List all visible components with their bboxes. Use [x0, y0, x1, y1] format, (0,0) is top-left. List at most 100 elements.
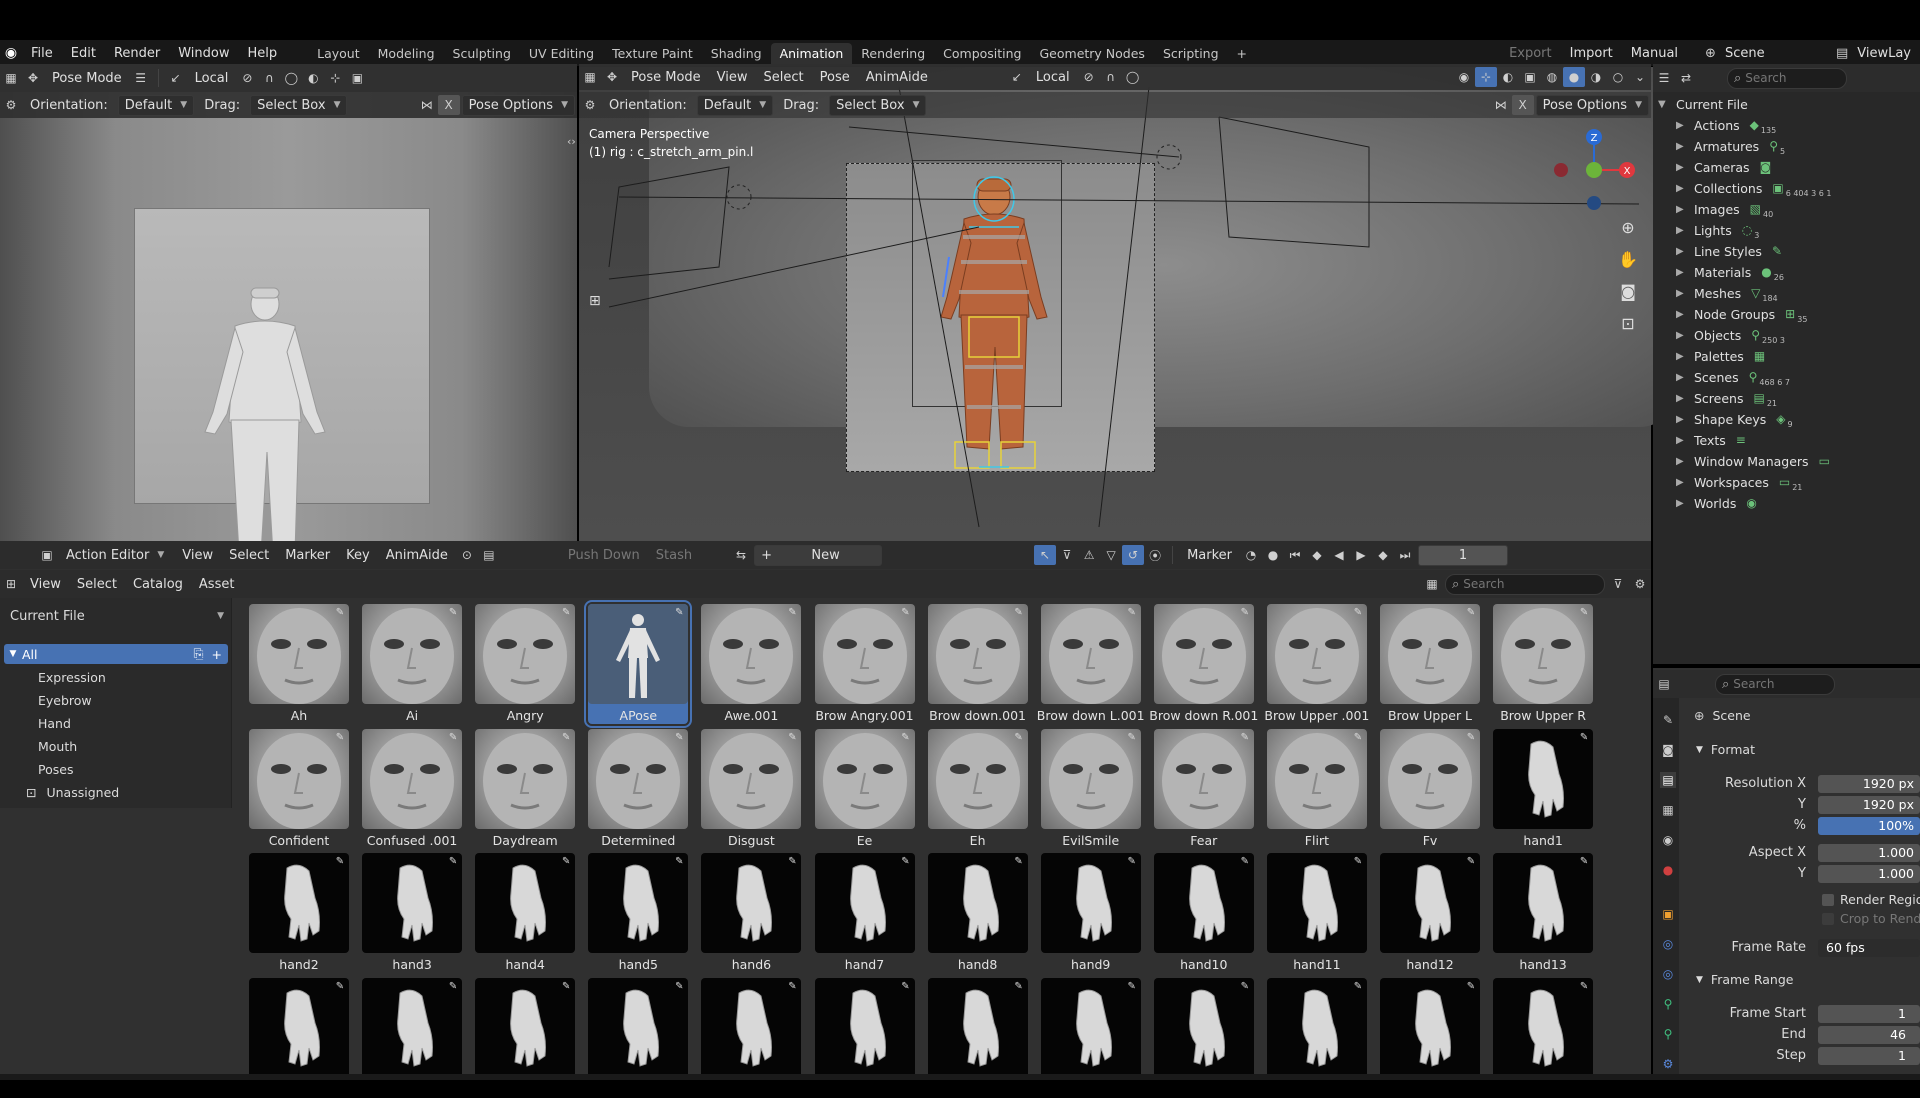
pose-options-dropdown[interactable]: Pose Options ▼	[461, 94, 575, 116]
edit-asset-icon[interactable]: ✎	[1464, 855, 1478, 869]
tab-texture-paint[interactable]: Texture Paint	[603, 43, 702, 64]
action-browse-icon[interactable]: ⇆	[730, 545, 752, 565]
xray-icon[interactable]: ▣	[346, 68, 368, 88]
asset-item[interactable]: ✎ EvilSmile	[1040, 728, 1141, 849]
asset-item[interactable]: ✎ Brow Upper L	[1380, 604, 1480, 724]
edit-asset-icon[interactable]: ✎	[1238, 731, 1252, 745]
overlay-icon[interactable]: ◐	[1497, 67, 1519, 87]
asset-item[interactable]: ✎ hand5	[588, 853, 689, 973]
menu-key[interactable]: Key	[338, 548, 378, 563]
next-key-icon[interactable]: ◆	[1372, 545, 1394, 565]
chevron-right-icon[interactable]: ▶	[1676, 498, 1694, 509]
asset-item[interactable]: ✎ hand9	[1040, 853, 1141, 973]
asset-item[interactable]: ✎ Brow Upper R	[1493, 604, 1594, 724]
outliner-item-node-groups[interactable]: ▶ Node Groups ⊞ 35	[1676, 304, 1807, 325]
menu-catalog[interactable]: Catalog	[125, 577, 191, 592]
menu-marker[interactable]: Marker	[277, 548, 338, 563]
edit-asset-icon[interactable]: ✎	[672, 980, 686, 994]
aspect-y-field[interactable]: 1.000	[1818, 865, 1920, 883]
tab-layout[interactable]: Layout	[308, 43, 369, 64]
frame-range-panel-header[interactable]: ▼ Frame Range	[1696, 972, 1793, 987]
asset-item[interactable]: ✎ hand6	[701, 853, 802, 973]
filter-icon[interactable]: ⊽	[1607, 574, 1629, 594]
chevron-right-icon[interactable]: ▶	[1676, 351, 1694, 362]
tab-geometry-nodes[interactable]: Geometry Nodes	[1031, 43, 1154, 64]
output-tab-icon[interactable]: ▤	[1660, 772, 1676, 788]
outliner-item-objects[interactable]: ▶ Objects ⚲ 250 3	[1676, 325, 1785, 346]
world-tab-icon[interactable]: ●	[1660, 862, 1676, 878]
tab-compositing[interactable]: Compositing	[934, 43, 1030, 64]
asset-item[interactable]: ✎ Confused .001	[362, 728, 463, 849]
jump-end-icon[interactable]: ⏭	[1394, 545, 1416, 565]
asset-item[interactable]: ✎ Awe.001	[701, 604, 802, 724]
asset-item[interactable]: ✎ hand1	[1493, 728, 1594, 849]
play-reverse-icon[interactable]: ◀	[1328, 545, 1350, 565]
manual-button[interactable]: Manual	[1622, 46, 1687, 61]
catalog-expression[interactable]: Expression	[38, 666, 106, 688]
tab-modeling[interactable]: Modeling	[369, 43, 444, 64]
edit-asset-icon[interactable]: ✎	[672, 855, 686, 869]
tab-shading[interactable]: Shading	[702, 43, 771, 64]
settings-gear-icon[interactable]: ⚙	[1629, 574, 1651, 594]
edit-asset-icon[interactable]: ✎	[333, 606, 347, 620]
lock-icon[interactable]: ⊡	[1615, 311, 1641, 337]
menu-select[interactable]: Select	[69, 577, 125, 592]
edit-asset-icon[interactable]: ✎	[1238, 855, 1252, 869]
asset-item[interactable]: ✎ Determined	[588, 728, 689, 849]
hamburger-icon[interactable]: ☰	[130, 68, 152, 88]
asset-item[interactable]: ✎ Brow Upper .001	[1264, 604, 1369, 724]
pivot-icon[interactable]: ⊘	[236, 68, 258, 88]
outliner-item-armatures[interactable]: ▶ Armatures ⚲ 5	[1676, 136, 1785, 157]
asset-item[interactable]: ✎ Angry	[475, 604, 576, 724]
edit-asset-icon[interactable]: ✎	[1464, 731, 1478, 745]
menu-render[interactable]: Render	[105, 46, 169, 61]
outliner-item-screens[interactable]: ▶ Screens ▤ 21	[1676, 388, 1777, 409]
asset-search[interactable]: ⌕	[1445, 573, 1605, 595]
asset-item[interactable]: ✎ Brow down.001	[927, 604, 1028, 724]
chevron-right-icon[interactable]: ▶	[1676, 477, 1694, 488]
catalog-eyebrow[interactable]: Eyebrow	[38, 689, 92, 711]
menu-edit[interactable]: Edit	[62, 46, 105, 61]
chevron-right-icon[interactable]: ▶	[1676, 204, 1694, 215]
chevron-right-icon[interactable]: ▶	[1676, 456, 1694, 467]
outliner-item-actions[interactable]: ▶ Actions ◆ 135	[1676, 115, 1776, 136]
modifier-tab-icon[interactable]: ◎	[1660, 936, 1676, 952]
viewlayer-selector[interactable]: ViewLay	[1848, 46, 1920, 61]
edit-asset-icon[interactable]: ✎	[1238, 606, 1252, 620]
proportional-icon[interactable]: ◯	[1122, 67, 1144, 87]
chevron-right-icon[interactable]: ▶	[1676, 120, 1694, 131]
edit-asset-icon[interactable]: ✎	[1351, 731, 1365, 745]
mirror-x-toggle[interactable]: X	[437, 95, 460, 115]
camera-view-icon[interactable]: ◙	[1615, 279, 1641, 305]
select-tool-icon[interactable]: ↖	[1034, 545, 1057, 565]
edit-asset-icon[interactable]: ✎	[446, 606, 460, 620]
edit-asset-icon[interactable]: ✎	[559, 855, 573, 869]
scene-selector[interactable]: Scene	[1716, 46, 1836, 61]
chevron-right-icon[interactable]: ▶	[1676, 309, 1694, 320]
edit-asset-icon[interactable]: ✎	[1125, 855, 1139, 869]
layer-icon[interactable]: ▤	[478, 545, 500, 565]
menu-view[interactable]: View	[22, 577, 69, 592]
menu-help[interactable]: Help	[239, 46, 287, 61]
asset-item[interactable]: ✎ Fv	[1380, 728, 1480, 849]
area-split-handle[interactable]: ‹›	[567, 135, 576, 148]
gizmo-icon[interactable]: ⊹	[324, 68, 346, 88]
action-editor-icon[interactable]: ▣	[36, 545, 58, 565]
drag-dropdown[interactable]: Select Box ▼	[829, 94, 927, 116]
frame-step-field[interactable]: 1	[1818, 1047, 1920, 1065]
asset-item[interactable]: ✎ Brow down L.001	[1037, 604, 1145, 724]
menu-view[interactable]: View	[709, 70, 756, 85]
tool-tab-icon[interactable]: ✎	[1660, 712, 1676, 728]
res-y-field[interactable]: 1920 px	[1818, 796, 1920, 814]
edit-asset-icon[interactable]: ✎	[559, 606, 573, 620]
editor-mode-selector[interactable]: Action Editor	[58, 548, 157, 563]
menu-view[interactable]: View	[174, 548, 221, 563]
edit-asset-icon[interactable]: ✎	[1012, 980, 1026, 994]
edit-asset-icon[interactable]: ✎	[559, 980, 573, 994]
asset-item[interactable]: ✎ hand13	[1493, 853, 1594, 973]
constraints-tab-icon[interactable]: ⚲	[1660, 996, 1676, 1012]
jump-start-icon[interactable]: ⏮	[1284, 545, 1306, 565]
asset-item[interactable]: ✎ Daydream	[475, 728, 576, 849]
asset-item[interactable]: ✎ hand8	[927, 853, 1028, 973]
tool-settings-icon[interactable]: ⚙	[579, 95, 601, 115]
